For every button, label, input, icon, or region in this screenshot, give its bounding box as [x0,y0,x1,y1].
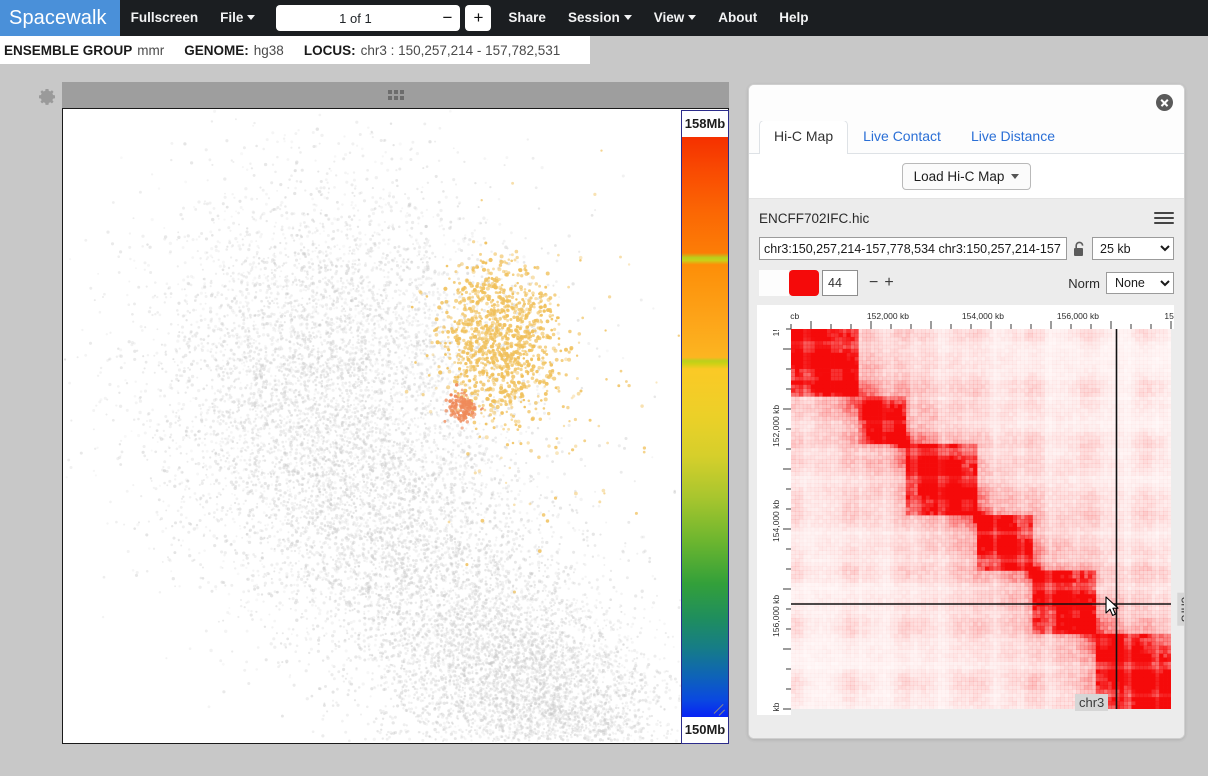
locus-value: chr3 : 150,257,214 - 157,782,531 [361,43,561,58]
nav-file[interactable]: File [209,0,266,36]
page-decrement-button[interactable]: − [434,5,461,31]
normalization-select[interactable]: None [1106,272,1174,294]
hic-heatmap-canvas: cb 152,000 kb 154,000 kb 156,000 kb 151!152,… [757,305,1174,715]
hic-locus-input[interactable] [759,237,1067,260]
tab-live-distance[interactable]: Live Distance [956,120,1070,153]
genome-info: GENOME: hg38 [184,43,284,58]
top-navbar: Spacewalk Fullscreen File − + Share Sess… [0,0,1208,36]
pointcloud-panel [62,82,729,744]
hic-map-panel: Hi-C Map Live Contact Live Distance Load… [748,84,1185,739]
tab-hic-map-label: Hi-C Map [774,128,833,144]
threshold-decrement-button[interactable]: − [866,275,881,291]
hic-y-axis-chromosome-chip: chr3 [1177,592,1184,626]
threshold-increment-button[interactable]: + [881,275,896,291]
ensemble-group-value: mmr [137,43,164,58]
colorbar-top-label: 158Mb [682,111,728,137]
page-indicator-input[interactable] [276,5,435,31]
load-hic-map-button[interactable]: Load Hi-C Map [901,162,1032,190]
hic-tab-bar: Hi-C Map Live Contact Live Distance [749,120,1184,154]
nav-session[interactable]: Session [557,0,643,36]
resize-grip-icon[interactable] [715,704,727,716]
nav-about-label: About [718,10,757,25]
drag-handle-icon [387,90,404,100]
load-hic-map-label: Load Hi-C Map [914,169,1005,184]
app-brand[interactable]: Spacewalk [0,0,120,36]
contact-threshold-input[interactable] [822,270,858,296]
hic-heatmap-container[interactable]: cb 152,000 kb 154,000 kb 156,000 kb 15 1! 152,… [757,305,1184,722]
arrow-cursor-icon [1105,596,1119,616]
tab-live-distance-label: Live Distance [971,128,1055,144]
hic-load-row: Load Hi-C Map [749,154,1184,199]
nav-share[interactable]: Share [497,0,557,36]
hic-resolution-select[interactable]: 25 kb [1092,237,1174,260]
normalization-label: Norm [1068,276,1100,291]
chevron-down-icon [1011,173,1020,179]
normalization-group: Norm None [1068,272,1174,294]
colorbar-bottom-label: 150Mb [682,717,728,743]
nav-session-label: Session [568,10,620,25]
hic-x-axis-chromosome-chip: chr3 [1075,694,1109,711]
map-color-swatch[interactable] [789,270,819,296]
hic-file-row: ENCFF702IFC.hic [759,207,1174,229]
hic-locus-row: 25 kb [759,237,1174,260]
genome-value: hg38 [254,43,284,58]
locus-label: LOCUS: [304,43,356,58]
page-increment-button[interactable]: + [465,5,492,31]
background-color-swatch[interactable] [759,270,789,296]
tab-live-contact[interactable]: Live Contact [848,120,956,153]
nav-help-label: Help [779,10,808,25]
close-icon[interactable] [1156,94,1173,111]
nav-view[interactable]: View [643,0,708,36]
nav-fullscreen-label: Fullscreen [131,10,199,25]
hamburger-icon[interactable] [1154,209,1174,227]
nav-help[interactable]: Help [768,0,819,36]
hic-color-controls: − + Norm None [759,270,1174,296]
ensemble-group-info: ENSEMBLE GROUP mmr [4,43,164,58]
ensemble-group-label: ENSEMBLE GROUP [4,43,132,58]
nav-fullscreen[interactable]: Fullscreen [120,0,210,36]
chevron-down-icon [247,14,256,20]
unlocked-padlock-icon[interactable] [1073,241,1086,257]
nav-view-label: View [654,10,685,25]
ensemble-pager: − + [276,5,492,31]
pointcloud-canvas[interactable] [62,108,729,744]
hic-panel-topbar [749,85,1184,121]
nav-file-label: File [220,10,243,25]
locus-info: LOCUS: chr3 : 150,257,214 - 157,782,531 [304,43,560,58]
pointcloud-drag-handle[interactable] [62,82,729,108]
colorbar-gradient [682,137,728,717]
gear-icon [39,89,55,105]
chevron-down-icon [623,14,632,20]
nav-about[interactable]: About [707,0,768,36]
tab-hic-map[interactable]: Hi-C Map [759,120,849,154]
pointcloud-scatter [63,109,723,743]
hic-controls-body: ENCFF702IFC.hic 25 kb − + Norm None [749,199,1184,738]
settings-gear-button[interactable] [36,86,58,108]
tab-live-contact-label: Live Contact [863,128,941,144]
hic-file-name: ENCFF702IFC.hic [759,211,869,226]
genomic-colorbar[interactable]: 158Mb 150Mb [681,110,729,744]
chevron-down-icon [688,14,697,20]
nav-share-label: Share [508,10,546,25]
locus-info-bar: ENSEMBLE GROUP mmr GENOME: hg38 LOCUS: chr3… [0,36,590,64]
genome-label: GENOME: [184,43,249,58]
